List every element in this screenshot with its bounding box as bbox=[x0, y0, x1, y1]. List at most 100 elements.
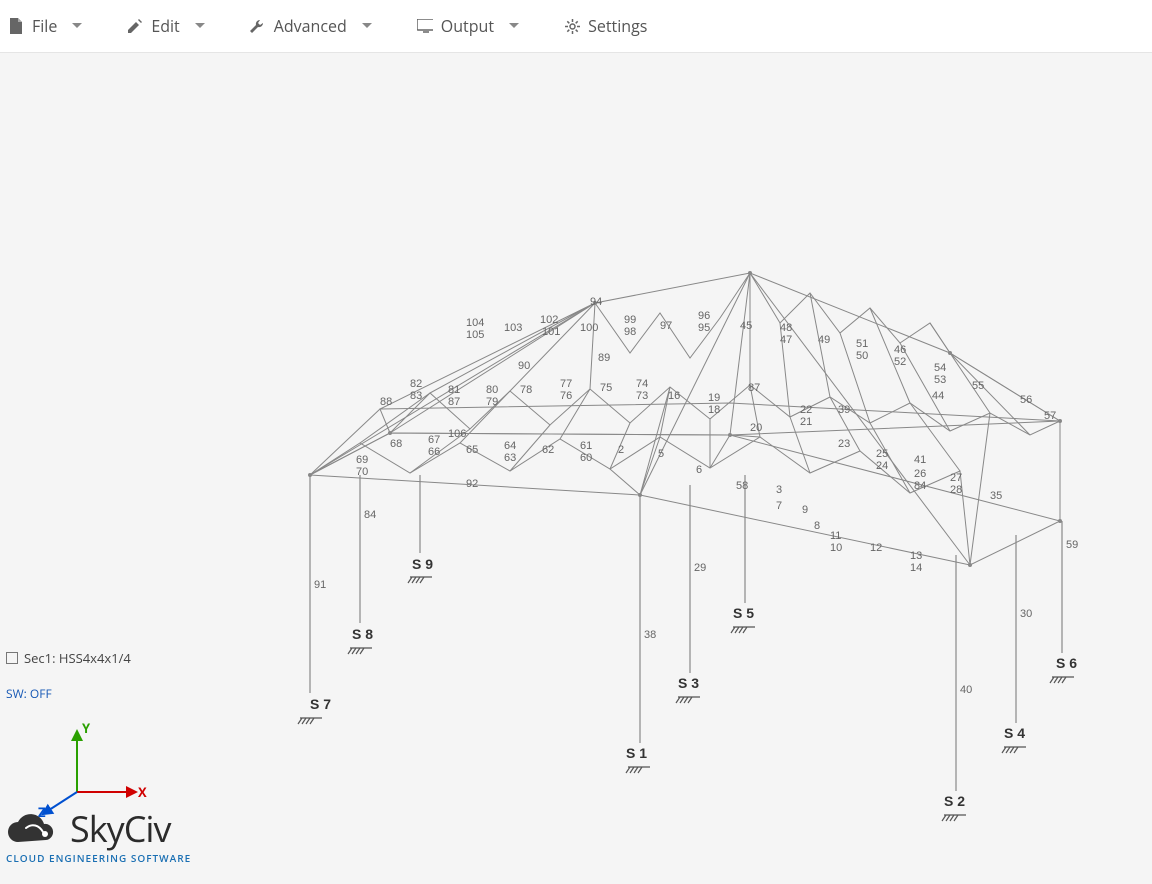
svg-text:S 7: S 7 bbox=[310, 696, 331, 712]
svg-text:3: 3 bbox=[776, 484, 782, 496]
svg-text:62: 62 bbox=[542, 444, 554, 456]
menu-settings-label: Settings bbox=[588, 15, 647, 37]
truss-model[interactable]: S 7 S 8 S 9 S 1 S 3 S 5 S 2 S 4 S 6 91 8… bbox=[260, 213, 1080, 853]
svg-text:105: 105 bbox=[466, 329, 484, 341]
svg-text:96: 96 bbox=[698, 310, 710, 322]
svg-text:48: 48 bbox=[780, 322, 792, 334]
menu-advanced[interactable]: Advanced bbox=[250, 15, 375, 37]
svg-text:84: 84 bbox=[364, 509, 376, 521]
menu-settings[interactable]: Settings bbox=[564, 15, 647, 37]
svg-text:21: 21 bbox=[800, 416, 812, 428]
svg-text:63: 63 bbox=[504, 452, 516, 464]
svg-text:87: 87 bbox=[748, 382, 760, 394]
svg-text:49: 49 bbox=[818, 334, 830, 346]
svg-text:11: 11 bbox=[830, 530, 841, 542]
svg-text:70: 70 bbox=[356, 466, 368, 478]
section-swatch bbox=[6, 652, 18, 664]
svg-text:S 2: S 2 bbox=[944, 793, 965, 809]
monitor-icon bbox=[417, 18, 433, 34]
svg-text:53: 53 bbox=[934, 374, 946, 386]
svg-text:S 3: S 3 bbox=[678, 675, 699, 691]
svg-text:14: 14 bbox=[910, 562, 922, 574]
svg-text:56: 56 bbox=[1020, 394, 1032, 406]
svg-text:103: 103 bbox=[504, 322, 522, 334]
svg-text:7: 7 bbox=[776, 500, 782, 512]
section-legend-text: Sec1: HSS4x4x1/4 bbox=[24, 649, 131, 667]
svg-text:12: 12 bbox=[870, 542, 882, 554]
cloud-icon bbox=[6, 814, 66, 855]
svg-text:51: 51 bbox=[856, 338, 868, 350]
svg-text:94: 94 bbox=[590, 296, 602, 308]
svg-text:5: 5 bbox=[658, 448, 664, 460]
file-icon bbox=[8, 18, 24, 34]
svg-text:90: 90 bbox=[518, 360, 530, 372]
svg-text:23: 23 bbox=[838, 438, 850, 450]
svg-text:55: 55 bbox=[972, 380, 984, 392]
svg-text:S 8: S 8 bbox=[352, 626, 373, 642]
svg-text:38: 38 bbox=[644, 629, 656, 641]
svg-text:60: 60 bbox=[580, 452, 592, 464]
svg-text:98: 98 bbox=[624, 326, 636, 338]
svg-text:18: 18 bbox=[708, 404, 720, 416]
svg-text:99: 99 bbox=[624, 314, 636, 326]
wrench-icon bbox=[250, 18, 266, 34]
svg-text:77: 77 bbox=[560, 378, 572, 390]
menu-output[interactable]: Output bbox=[417, 15, 522, 37]
svg-text:104: 104 bbox=[466, 317, 484, 329]
menu-bar: File Edit Advanced Output Settings bbox=[0, 0, 1152, 53]
chevron-down-icon bbox=[506, 18, 522, 34]
svg-text:29: 29 bbox=[694, 562, 706, 574]
axis-x-label: X bbox=[138, 783, 147, 801]
svg-text:69: 69 bbox=[356, 454, 368, 466]
svg-text:6: 6 bbox=[696, 464, 702, 476]
svg-text:22: 22 bbox=[800, 404, 812, 416]
gear-icon bbox=[564, 18, 580, 34]
menu-output-label: Output bbox=[441, 15, 494, 37]
skyciv-logo: SkyCiv CLOUD ENGINEERING SOFTWARE bbox=[6, 804, 191, 865]
svg-text:87: 87 bbox=[448, 396, 460, 408]
svg-text:8: 8 bbox=[814, 520, 820, 532]
svg-text:68: 68 bbox=[390, 438, 402, 450]
svg-text:58: 58 bbox=[736, 480, 748, 492]
menu-file[interactable]: File bbox=[8, 15, 85, 37]
svg-text:59: 59 bbox=[1066, 539, 1078, 551]
svg-text:26: 26 bbox=[914, 468, 926, 480]
svg-text:102: 102 bbox=[540, 314, 558, 326]
logo-brand: SkyCiv bbox=[70, 804, 170, 853]
svg-text:88: 88 bbox=[380, 396, 392, 408]
svg-text:20: 20 bbox=[750, 422, 762, 434]
chevron-down-icon bbox=[359, 18, 375, 34]
axis-y-label: Y bbox=[82, 719, 91, 737]
svg-text:24: 24 bbox=[876, 460, 888, 472]
svg-text:74: 74 bbox=[636, 378, 648, 390]
svg-text:106: 106 bbox=[448, 428, 466, 440]
svg-text:27: 27 bbox=[950, 472, 962, 484]
chevron-down-icon bbox=[69, 18, 85, 34]
svg-text:101: 101 bbox=[542, 326, 560, 338]
svg-text:30: 30 bbox=[1020, 608, 1032, 620]
svg-text:75: 75 bbox=[600, 382, 612, 394]
svg-text:84: 84 bbox=[914, 480, 926, 492]
svg-text:10: 10 bbox=[830, 542, 842, 554]
svg-text:82: 82 bbox=[410, 378, 422, 390]
svg-text:S 6: S 6 bbox=[1056, 655, 1077, 671]
svg-text:61: 61 bbox=[580, 440, 592, 452]
svg-text:80: 80 bbox=[486, 384, 498, 396]
svg-text:92: 92 bbox=[466, 478, 478, 490]
section-legend: Sec1: HSS4x4x1/4 bbox=[6, 649, 131, 667]
svg-text:2: 2 bbox=[618, 444, 624, 456]
svg-text:19: 19 bbox=[708, 392, 720, 404]
svg-text:S 5: S 5 bbox=[733, 605, 754, 621]
svg-text:16: 16 bbox=[668, 390, 680, 402]
menu-file-label: File bbox=[32, 15, 57, 37]
svg-text:81: 81 bbox=[448, 384, 460, 396]
svg-text:79: 79 bbox=[486, 396, 498, 408]
svg-text:50: 50 bbox=[856, 350, 868, 362]
chevron-down-icon bbox=[192, 18, 208, 34]
svg-text:28: 28 bbox=[950, 484, 962, 496]
svg-text:S 4: S 4 bbox=[1004, 725, 1025, 741]
model-viewport[interactable]: Sec1: HSS4x4x1/4 SW: OFF Y X Z SkyCiv CL… bbox=[0, 53, 1152, 884]
svg-text:89: 89 bbox=[598, 352, 610, 364]
svg-text:66: 66 bbox=[428, 446, 440, 458]
menu-edit[interactable]: Edit bbox=[127, 15, 207, 37]
